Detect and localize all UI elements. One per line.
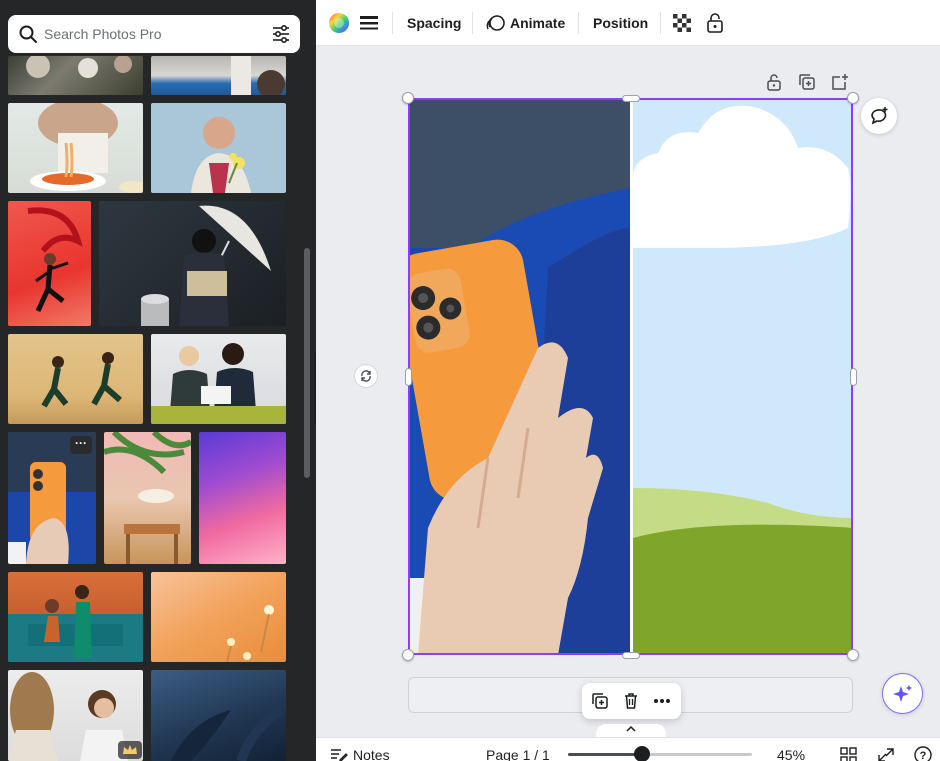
resize-handle-bottom-left[interactable] [402, 649, 414, 661]
spacing-button[interactable]: Spacing [407, 0, 461, 46]
toolbar-divider [660, 12, 661, 34]
resize-handle-left[interactable] [405, 368, 412, 386]
rotate-button[interactable] [354, 364, 378, 388]
duplicate-icon[interactable] [591, 692, 609, 710]
help-icon[interactable]: ? [914, 746, 932, 761]
design-page[interactable] [408, 98, 853, 655]
page-indicator[interactable]: Page 1 / 1 [486, 747, 550, 761]
grid-view-icon[interactable] [840, 747, 858, 761]
photo-pasta-eating[interactable] [8, 103, 143, 193]
toolbar-divider [578, 12, 579, 34]
photo-elder-flowers[interactable] [151, 103, 286, 193]
resize-handle-bottom[interactable] [622, 652, 640, 659]
photo-cafe-plants[interactable] [104, 432, 191, 564]
toolbar-divider [472, 12, 473, 34]
search-icon [19, 25, 37, 43]
rotate-icon [361, 370, 371, 382]
photo-dark-leaves[interactable] [151, 670, 286, 761]
pro-crown-icon [118, 741, 142, 759]
transparency-button[interactable] [673, 0, 691, 46]
color-wheel-icon [329, 13, 349, 33]
search-input[interactable] [44, 23, 264, 45]
transparency-checker-icon [673, 14, 691, 32]
notes-button[interactable]: Notes [353, 747, 390, 761]
more-options-icon[interactable] [652, 692, 672, 710]
add-comment-button[interactable] [861, 98, 897, 134]
color-picker-button[interactable] [328, 0, 350, 46]
lock-button[interactable] [706, 0, 724, 46]
svg-text:?: ? [920, 750, 927, 761]
animate-icon [486, 15, 505, 31]
photo-kids-running[interactable] [8, 334, 143, 424]
photo-orange-flowers[interactable] [151, 572, 286, 662]
photo-food-plates[interactable] [8, 56, 143, 95]
photo-sink-blue[interactable] [151, 56, 286, 95]
filter-sliders-icon[interactable] [271, 24, 291, 44]
resize-handle-right[interactable] [850, 368, 857, 386]
photo-kimono-umbrella[interactable] [99, 201, 286, 326]
search-bar [8, 15, 300, 53]
border-style-button[interactable] [360, 0, 378, 46]
comment-add-icon [871, 107, 888, 125]
lock-page-icon[interactable] [764, 72, 784, 92]
zoom-percentage[interactable]: 45% [777, 747, 805, 761]
editor-toolbar: Spacing Animate Position [316, 0, 940, 46]
unlock-icon [707, 13, 723, 33]
toolbar-divider [392, 12, 393, 34]
fullscreen-icon[interactable] [877, 747, 895, 761]
zoom-slider-fill [568, 753, 642, 756]
editor-footer: Notes Page 1 / 1 45% ? [316, 737, 940, 761]
resize-handle-top-right[interactable] [847, 92, 859, 104]
photo-office-couple[interactable] [8, 572, 143, 662]
duplicate-page-icon[interactable] [797, 72, 817, 92]
photo-gradient-purple[interactable] [199, 432, 286, 564]
add-page-icon[interactable] [830, 72, 850, 92]
photos-panel: ··· [0, 0, 316, 761]
trash-icon[interactable] [622, 692, 640, 710]
photo-dancer-red[interactable] [8, 201, 91, 326]
resize-handle-bottom-right[interactable] [847, 649, 859, 661]
photo-two-women-laptop[interactable] [151, 334, 286, 424]
position-button[interactable]: Position [593, 0, 648, 46]
magic-assistant-button[interactable] [882, 673, 923, 714]
border-weight-icon [360, 16, 378, 30]
photo-more-options-button[interactable]: ··· [70, 436, 92, 454]
photos-panel-scrollbar[interactable] [304, 248, 310, 478]
element-context-menu [582, 683, 681, 719]
resize-handle-top-left[interactable] [402, 92, 414, 104]
sparkle-icon [892, 684, 912, 702]
zoom-slider-knob[interactable] [633, 746, 650, 761]
resize-handle-top[interactable] [622, 95, 640, 102]
chevron-up-icon [626, 725, 636, 732]
animate-label: Animate [510, 15, 566, 31]
notes-icon[interactable] [330, 748, 348, 761]
animate-button[interactable]: Animate [486, 0, 565, 46]
